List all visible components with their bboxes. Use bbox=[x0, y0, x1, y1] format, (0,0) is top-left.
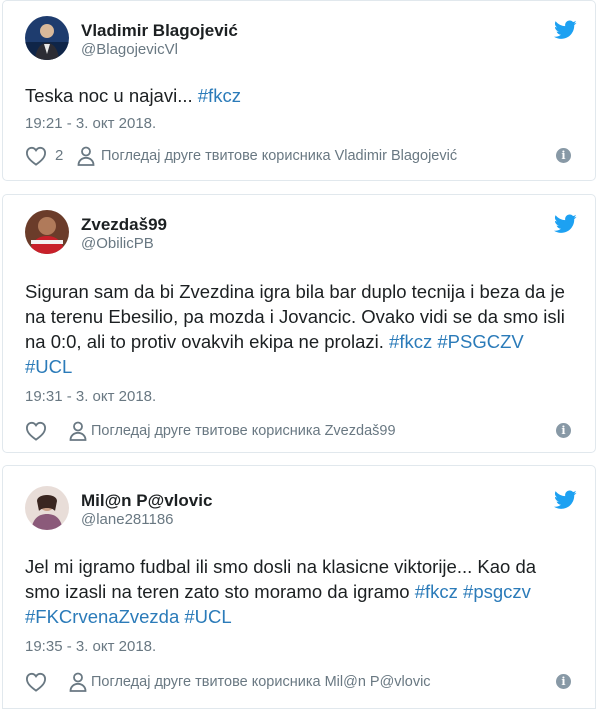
tweet-text-body: Teska noc u najavi... bbox=[25, 85, 198, 106]
tweet-header: Vladimir Blagojević @BlagojevicVl bbox=[25, 16, 577, 62]
user-handle[interactable]: @BlagojevicVl bbox=[81, 41, 238, 59]
tweet-header: Mil@n P@vlovic @lane281186 bbox=[25, 486, 577, 532]
twitter-bird-icon[interactable] bbox=[554, 214, 577, 234]
person-icon[interactable] bbox=[69, 421, 87, 441]
hashtag-link[interactable]: #fkcz bbox=[415, 581, 458, 602]
hashtag-link[interactable]: #UCL bbox=[25, 356, 72, 377]
more-tweets-link[interactable]: Погледај друге твитове корисника Vladimi… bbox=[101, 148, 457, 164]
tweet-text-body: Jel mi igramo fudbal ili smo dosli na kl… bbox=[25, 556, 537, 602]
hashtag-link[interactable]: #fkcz bbox=[198, 85, 241, 106]
tweet-actions: Погледај друге твитове корисника Mil@n P… bbox=[25, 670, 571, 694]
hashtag-link[interactable]: #fkcz bbox=[389, 331, 432, 352]
avatar[interactable] bbox=[25, 16, 69, 60]
person-icon[interactable] bbox=[77, 146, 95, 166]
info-icon[interactable]: i bbox=[556, 674, 571, 689]
tweet-text: Siguran sam da bi Zvezdina igra bila bar… bbox=[25, 279, 571, 379]
avatar[interactable] bbox=[25, 210, 69, 254]
heart-icon[interactable] bbox=[25, 672, 47, 692]
avatar[interactable] bbox=[25, 486, 69, 530]
display-name[interactable]: Zvezdaš99 bbox=[81, 214, 167, 235]
tweet-actions: Погледај друге твитове корисника Zvezdaš… bbox=[25, 419, 571, 443]
more-tweets-link[interactable]: Погледај друге твитове корисника Mil@n P… bbox=[91, 674, 431, 690]
hashtag-link[interactable]: #psgczv bbox=[463, 581, 531, 602]
user-handle[interactable]: @ObilicPB bbox=[81, 235, 167, 253]
tweet-text: Jel mi igramo fudbal ili smo dosli na kl… bbox=[25, 554, 571, 629]
display-name[interactable]: Vladimir Blagojević bbox=[81, 20, 238, 41]
more-tweets-link[interactable]: Погледај друге твитове корисника Zvezdaš… bbox=[91, 423, 396, 439]
tweet-card[interactable]: Vladimir Blagojević @BlagojevicVl Teska … bbox=[2, 0, 596, 181]
tweet-card[interactable]: Mil@n P@vlovic @lane281186 Jel mi igramo… bbox=[2, 465, 596, 709]
user-handle[interactable]: @lane281186 bbox=[81, 511, 212, 529]
hashtag-link[interactable]: #PSGCZV bbox=[437, 331, 523, 352]
info-icon[interactable]: i bbox=[556, 148, 571, 163]
twitter-bird-icon[interactable] bbox=[554, 490, 577, 510]
info-icon[interactable]: i bbox=[556, 423, 571, 438]
tweet-header: Zvezdaš99 @ObilicPB bbox=[25, 210, 577, 256]
heart-icon[interactable] bbox=[25, 421, 47, 441]
tweet-text: Teska noc u najavi... #fkcz bbox=[25, 83, 571, 108]
person-icon[interactable] bbox=[69, 672, 87, 692]
hashtag-link[interactable]: #FKCrvenaZvezda bbox=[25, 606, 179, 627]
twitter-bird-icon[interactable] bbox=[554, 20, 577, 40]
tweet-timestamp[interactable]: 19:35 - 3. окт 2018. bbox=[25, 638, 156, 655]
tweet-actions: 2 Погледај друге твитове корисника Vladi… bbox=[25, 144, 571, 168]
tweet-card[interactable]: Zvezdaš99 @ObilicPB Siguran sam da bi Zv… bbox=[2, 194, 596, 453]
heart-icon[interactable] bbox=[25, 146, 47, 166]
tweet-timestamp[interactable]: 19:21 - 3. окт 2018. bbox=[25, 115, 156, 132]
tweet-feed: Vladimir Blagojević @BlagojevicVl Teska … bbox=[0, 0, 600, 709]
hashtag-link[interactable]: #UCL bbox=[184, 606, 231, 627]
tweet-timestamp[interactable]: 19:31 - 3. окт 2018. bbox=[25, 388, 156, 405]
like-count: 2 bbox=[55, 147, 64, 164]
display-name[interactable]: Mil@n P@vlovic bbox=[81, 490, 212, 511]
